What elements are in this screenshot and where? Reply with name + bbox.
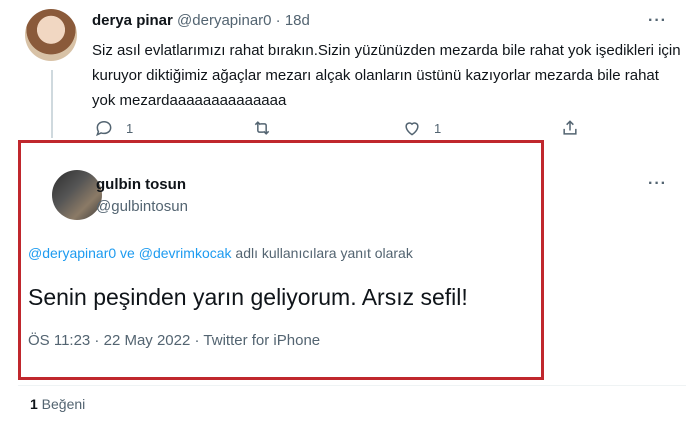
separator: · [190,332,204,349]
avatar[interactable] [52,170,102,220]
like-count: 1 [434,120,442,136]
retweet-icon [254,121,270,135]
reply-text: Siz asıl evlatlarımızı rahat bırakın.Siz… [92,42,681,109]
thread-connector [51,70,53,138]
tweet-date[interactable]: 22 May 2022 [104,332,191,349]
mention-link[interactable]: @deryapinar0 [28,245,116,261]
mention-link[interactable]: @devrimkocak [139,245,232,261]
tweet-time[interactable]: ÖS 11:23 [28,332,90,349]
more-horizontal-icon[interactable]: ··· [648,12,667,30]
reply-count: 1 [126,120,134,136]
divider [18,385,686,386]
more-horizontal-icon[interactable]: ··· [648,175,667,193]
reply-actions: 1 1 [92,118,682,140]
replying-suffix: adlı kullanıcılara yanıt olarak [231,245,413,261]
tweet-source[interactable]: Twitter for iPhone [203,332,320,349]
separator: · [275,12,281,29]
replying-to: @deryapinar0 ve @devrimkocak adlı kullan… [28,245,413,261]
reply-age[interactable]: 18d [285,12,310,29]
avatar[interactable] [25,9,77,61]
likes-stat[interactable]: 1 Beğeni [30,396,85,412]
reply-header: derya pinar @deryapinar0 · 18d [92,12,310,29]
reply-tweet[interactable]: derya pinar @deryapinar0 · 18d ··· Siz a… [0,0,686,138]
tweet-handle[interactable]: @gulbintosun [96,198,188,215]
reply-button[interactable]: 1 [94,118,133,138]
share-button[interactable] [560,118,580,138]
tweet-display-name[interactable]: gulbin tosun [96,176,186,193]
likes-label: Beğeni [37,396,86,412]
likes-count: 1 [30,396,38,412]
tweet-text: Senin peşinden yarın geliyorum. Arsız se… [28,284,468,310]
retweet-button[interactable] [252,118,272,138]
like-button[interactable]: 1 [402,118,441,138]
replying-connector: ve [116,245,139,261]
reply-handle[interactable]: @deryapinar0 [177,12,271,29]
tweet-meta: ÖS 11:23 · 22 May 2022 · Twitter for iPh… [28,332,320,349]
separator: · [90,332,104,349]
share-icon [563,120,577,135]
comment-icon [96,120,112,137]
reply-display-name[interactable]: derya pinar [92,12,173,29]
heart-icon [405,122,419,136]
